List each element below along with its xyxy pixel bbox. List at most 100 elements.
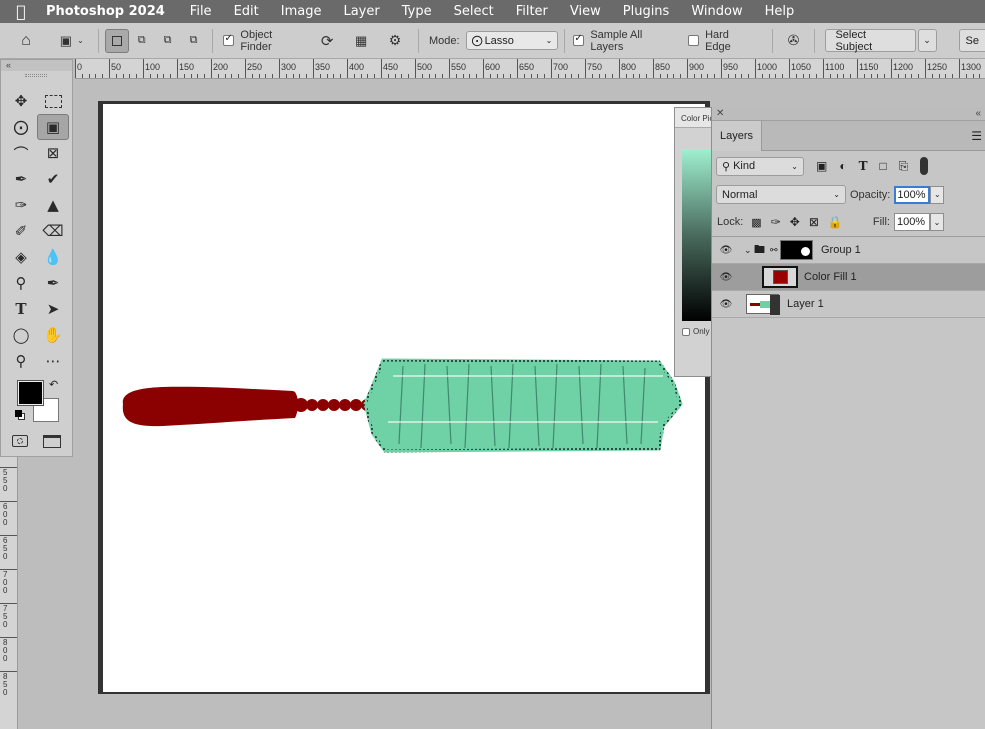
intersect-selection-button[interactable]: ⧉: [181, 29, 207, 53]
hard-edge-checkbox[interactable]: [688, 35, 700, 46]
gear-icon[interactable]: ⚙: [378, 29, 412, 53]
filter-smart-object-icon[interactable]: ⎘: [899, 159, 909, 174]
tools-panel-header[interactable]: «: [1, 60, 72, 71]
quick-mask-icon[interactable]: [12, 435, 28, 447]
layer-name[interactable]: Layer 1: [787, 298, 824, 310]
healing-brush-tool-icon[interactable]: ✔: [37, 166, 69, 192]
type-tool-icon[interactable]: T: [5, 296, 37, 322]
sample-all-layers-checkbox[interactable]: [573, 33, 585, 46]
sample-all-layers-toggle[interactable]: Sample All Layers: [571, 29, 680, 53]
panel-grip[interactable]: [25, 74, 47, 77]
filter-toggle-switch[interactable]: [920, 157, 929, 175]
apple-icon[interactable]: : [0, 2, 42, 21]
select-subject-button[interactable]: Select Subject: [825, 29, 916, 53]
only-web-colors-checkbox[interactable]: [682, 327, 690, 336]
refresh-icon[interactable]: ⟳: [310, 29, 344, 53]
layer-name[interactable]: Color Fill 1: [804, 271, 857, 283]
menu-type[interactable]: Type: [391, 4, 443, 19]
collapse-icon[interactable]: «: [975, 107, 981, 120]
blur-tool-icon[interactable]: 💧: [37, 244, 69, 270]
path-selection-tool-icon[interactable]: ➤: [37, 296, 69, 322]
opacity-slider-toggle[interactable]: ⌄: [930, 185, 945, 204]
eraser-tool-icon[interactable]: ⌫: [37, 218, 69, 244]
menu-file[interactable]: File: [179, 4, 223, 19]
brush-tool-icon[interactable]: ✑: [5, 192, 37, 218]
crop-tool-icon[interactable]: ⌒: [5, 140, 37, 166]
paint-bucket-tool-icon[interactable]: ◈: [5, 244, 37, 270]
lock-transparent-icon[interactable]: ▩: [751, 216, 761, 229]
filter-type-icon[interactable]: T: [859, 159, 868, 173]
object-finder-toggle[interactable]: Object Finder: [219, 29, 310, 53]
only-web-colors-toggle[interactable]: Only: [682, 327, 709, 336]
chevron-down-icon[interactable]: ⌄: [744, 245, 754, 256]
mode-dropdown[interactable]: ⨀ Lasso ⌄: [465, 31, 559, 50]
tab-layers[interactable]: Layers: [712, 121, 762, 151]
layer-name[interactable]: Group 1: [821, 244, 861, 256]
fill-input[interactable]: 100%: [893, 213, 930, 231]
opacity-input[interactable]: 100%: [894, 185, 931, 204]
visibility-eye-icon[interactable]: 👁: [712, 272, 740, 283]
screen-mode-icon[interactable]: [43, 435, 61, 448]
menu-window[interactable]: Window: [680, 4, 753, 19]
tool-preset-picker[interactable]: ▣ ⌄: [52, 29, 92, 53]
history-brush-tool-icon[interactable]: ✐: [5, 218, 37, 244]
dodge-tool-icon[interactable]: ⚲: [5, 270, 37, 296]
menu-app-name[interactable]: Photoshop 2024: [42, 4, 179, 19]
menu-plugins[interactable]: Plugins: [612, 4, 681, 19]
menu-help[interactable]: Help: [754, 4, 806, 19]
frame-tool-icon[interactable]: ⊠: [37, 140, 69, 166]
link-icon[interactable]: ⚯: [770, 245, 780, 256]
menu-filter[interactable]: Filter: [505, 4, 559, 19]
lock-all-icon[interactable]: 🔒: [828, 215, 843, 229]
color-picker-dialog[interactable]: Color Picker Only: [674, 107, 715, 377]
menu-edit[interactable]: Edit: [223, 4, 270, 19]
swap-colors-icon[interactable]: ↶: [49, 378, 58, 391]
select-subject-dropdown[interactable]: ⌄: [917, 29, 937, 52]
menu-view[interactable]: View: [559, 4, 612, 19]
foreground-color-swatch[interactable]: [17, 380, 44, 406]
menu-layer[interactable]: Layer: [332, 4, 390, 19]
zoom-tool-icon[interactable]: ⚲: [5, 348, 37, 374]
eyedropper-tool-icon[interactable]: ✒: [5, 166, 37, 192]
layer-row-group-1[interactable]: 👁 ⌄ 🖿 ⚯ Group 1: [712, 237, 985, 264]
select-and-mask-icon[interactable]: ✇: [779, 29, 809, 53]
filter-adjustment-icon[interactable]: ◐: [839, 159, 846, 173]
hand-tool-icon[interactable]: ✋: [37, 322, 69, 348]
group-mask-thumbnail[interactable]: [780, 240, 813, 260]
visibility-eye-icon[interactable]: 👁: [712, 245, 740, 256]
move-tool-icon[interactable]: ✥: [5, 88, 37, 114]
ellipse-tool-icon[interactable]: ◯: [5, 322, 37, 348]
document-canvas[interactable]: [103, 104, 705, 692]
pen-tool-icon[interactable]: ✒: [37, 270, 69, 296]
show-all-objects-icon[interactable]: ▦: [344, 29, 378, 53]
close-icon[interactable]: ✕: [716, 107, 724, 120]
filter-pixel-icon[interactable]: ▣: [816, 159, 827, 173]
menu-image[interactable]: Image: [270, 4, 333, 19]
subtract-from-selection-button[interactable]: ⧉: [155, 29, 181, 53]
layer-row-color-fill-1[interactable]: 👁 Color Fill 1: [712, 264, 985, 291]
object-finder-checkbox[interactable]: [223, 33, 235, 46]
new-selection-button[interactable]: [104, 28, 129, 53]
layer-thumbnail[interactable]: [746, 294, 780, 315]
panel-menu-icon[interactable]: ☰: [971, 129, 982, 143]
more-tools-icon[interactable]: ⋯: [37, 348, 69, 374]
stamp-tool-icon[interactable]: ▲: [37, 192, 69, 218]
fill-slider-toggle[interactable]: ⌄: [929, 213, 944, 231]
add-to-selection-button[interactable]: ⧉: [129, 29, 155, 53]
layer-row-layer-1[interactable]: 👁 Layer 1: [712, 291, 985, 318]
default-colors-icon[interactable]: [15, 410, 25, 420]
lasso-tool-icon[interactable]: ⨀: [5, 114, 37, 140]
filter-kind-dropdown[interactable]: ⚲ Kind ⌄: [716, 156, 804, 176]
select-and-mask-button[interactable]: Se: [958, 29, 985, 52]
color-fill-thumbnail[interactable]: [762, 266, 798, 288]
lock-position-icon[interactable]: ✥: [790, 215, 800, 229]
home-icon[interactable]: ⌂: [0, 29, 52, 53]
blend-mode-dropdown[interactable]: Normal ⌄: [716, 185, 846, 204]
filter-shape-icon[interactable]: □: [880, 159, 887, 173]
object-selection-tool-icon[interactable]: ▣: [37, 114, 69, 140]
visibility-eye-icon[interactable]: 👁: [712, 299, 740, 310]
lock-image-icon[interactable]: ✑: [771, 215, 781, 229]
hard-edge-toggle[interactable]: Hard Edge: [680, 29, 765, 53]
lock-artboard-icon[interactable]: ⊠: [809, 215, 819, 229]
menu-select[interactable]: Select: [443, 4, 505, 19]
